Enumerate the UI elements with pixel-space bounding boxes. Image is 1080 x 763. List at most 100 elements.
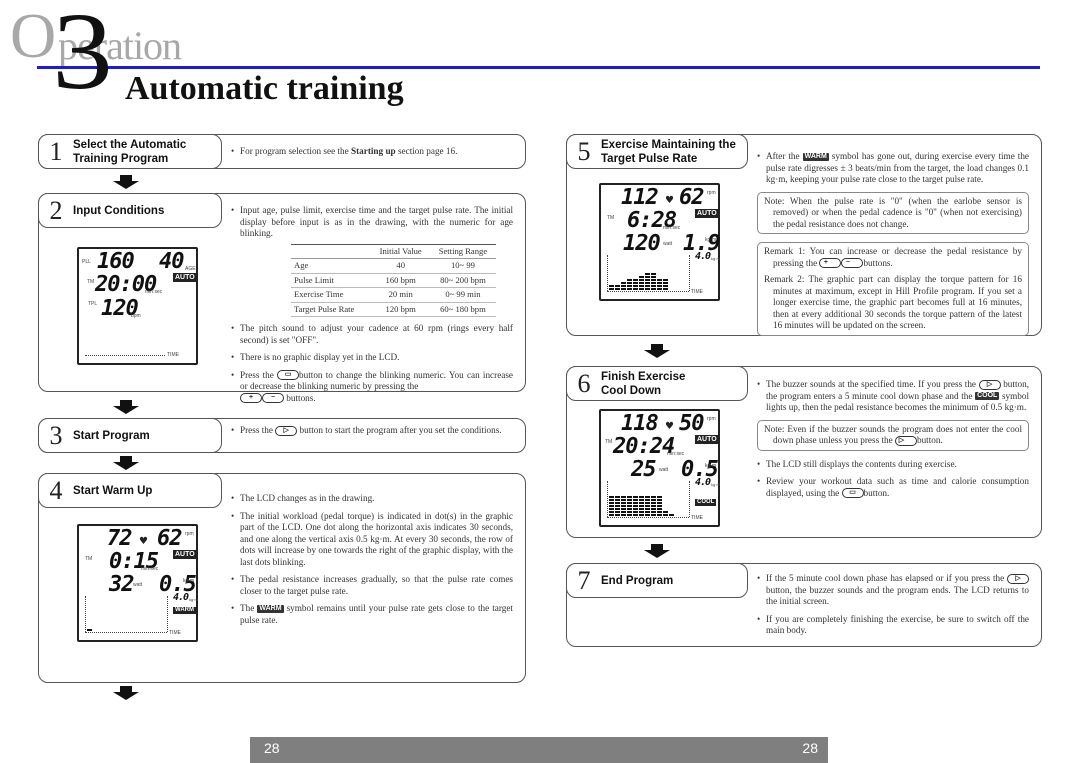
torque-graph <box>87 596 93 631</box>
table-row: Pulse Limit 160 bpm 80~ 200 bpm <box>291 273 496 288</box>
page-number-left: 28 <box>264 740 280 756</box>
step-1-text: For program selection see the Starting u… <box>231 146 511 164</box>
step-6-tab: 6 Finish Exercise Cool Down <box>566 366 748 401</box>
cool-symbol: COOL <box>975 392 1000 401</box>
start-button-icon: ▷ <box>894 435 917 446</box>
lcd-display: 112 ♥ 62 rpm AUTO TM 6:28 min:sec 120 wa… <box>599 183 721 301</box>
step-7-text: If the 5 minute cool down phase has elap… <box>757 573 1029 643</box>
step-number: 6 <box>577 368 591 398</box>
lcd-time: 20:24 <box>613 434 675 459</box>
torque-bar <box>615 495 620 516</box>
step-2-card: 2 Input Conditions PLL 160 40 AGE AUTO T… <box>38 193 526 404</box>
step-4-text: The LCD changes as in the drawing. The i… <box>231 493 513 632</box>
step-title: Start Warm Up <box>73 484 153 497</box>
torque-bar <box>663 510 668 516</box>
torque-bar <box>627 495 632 516</box>
page-number-right: 28 <box>802 740 818 756</box>
step-5-tab: 5 Exercise Maintaining the Target Pulse R… <box>566 134 748 169</box>
torque-bar <box>663 278 668 290</box>
torque-bar <box>657 278 662 290</box>
step-1-card: 1 Select the AutomaticTraining Program F… <box>38 134 526 169</box>
lcd-pulse: 112 <box>621 185 659 210</box>
chapter-number: 3 <box>52 0 113 112</box>
page-title: Automatic training <box>125 70 404 107</box>
torque-bar <box>633 495 638 516</box>
step-4-tab: 4 Start Warm Up <box>38 473 222 508</box>
step-title: End Program <box>601 574 674 587</box>
step-3-tab: 3 Start Program <box>38 418 222 453</box>
auto-badge: AUTO <box>173 273 197 282</box>
step-number: 5 <box>577 136 591 166</box>
step-number: 2 <box>49 195 63 225</box>
step-title: Exercise Maintaining the Target Pulse Rat… <box>601 138 736 165</box>
conditions-table: Initial Value Setting Range Age 40 10~ 99 P… <box>291 244 496 318</box>
minus-button-icon: − <box>262 393 284 404</box>
lcd-rpm: 62 <box>679 185 704 210</box>
step-2-tab: 2 Input Conditions <box>38 193 222 228</box>
start-button-icon: ▷ <box>1007 573 1029 584</box>
step-2-text: Input age, pulse limit, exercise time an… <box>231 205 513 410</box>
torque-bar <box>639 495 644 516</box>
plus-button-icon: + <box>240 393 262 404</box>
plus-button-icon: + <box>819 258 842 269</box>
lcd-rpm: 62 <box>157 526 182 551</box>
link-starting-up: Starting up <box>350 146 396 156</box>
table-row: Age 40 10~ 99 <box>291 258 496 274</box>
heart-icon: ♥ <box>139 536 148 547</box>
lcd-pulse: 118 <box>621 411 659 436</box>
torque-graph <box>609 481 675 516</box>
lcd-age: 40 <box>159 249 184 274</box>
step-4-card: 4 Start Warm Up 72 ♥ 62 rpm AUTO TM 0:15… <box>38 473 526 683</box>
torque-bar <box>615 284 620 290</box>
minus-button-icon: − <box>841 258 864 269</box>
torque-bar <box>645 272 650 290</box>
remarks-box: Remark 1: You can increase or decrease t… <box>757 242 1029 336</box>
step-1-tab: 1 Select the Automatic Training Program <box>38 134 222 169</box>
torque-bar <box>645 495 650 516</box>
step-number: 1 <box>49 136 63 166</box>
auto-badge: AUTO <box>695 435 719 444</box>
warm-symbol: WARM <box>802 152 829 161</box>
mode-button-icon: ▭ <box>277 370 300 381</box>
heart-icon: ♥ <box>665 421 674 432</box>
torque-bar <box>633 278 638 290</box>
step-5-text: After the WARM symbol has gone out, duri… <box>757 151 1029 344</box>
table-row: Exercise Time 20 min 0~ 99 min <box>291 287 496 303</box>
page-footer: 28 28 <box>250 737 828 763</box>
start-button-icon: ▷ <box>978 379 1001 390</box>
step-6-card: 6 Finish Exercise Cool Down 118 ♥ 50 rpm … <box>566 366 1042 538</box>
start-button-icon: ▷ <box>275 425 298 436</box>
step-number: 7 <box>577 565 591 595</box>
step-title: Finish Exercise Cool Down <box>601 370 686 397</box>
auto-badge: AUTO <box>695 209 719 218</box>
step-number: 3 <box>49 420 63 450</box>
torque-graph <box>609 255 669 290</box>
lcd-watt: 25 <box>631 457 656 482</box>
step-3-card: 3 Start Program Press the ▷ button to st… <box>38 418 526 453</box>
lcd-watt: 32 <box>109 572 134 597</box>
warm-symbol: WARM <box>257 604 284 613</box>
note-box: Note: When the pulse rate is "0" (when t… <box>757 191 1029 234</box>
torque-bar <box>651 495 656 516</box>
step-title: Select the Automatic Training Program <box>73 138 187 165</box>
torque-bar <box>627 278 632 290</box>
auto-badge: AUTO <box>173 550 197 559</box>
lcd-display: 72 ♥ 62 rpm AUTO TM 0:15 min:sec 32 watt… <box>77 524 198 642</box>
step-3-text: Press the ▷ button to start the program … <box>231 425 513 443</box>
section-initial: O <box>10 0 57 71</box>
torque-bar <box>621 495 626 516</box>
header-rule <box>37 66 1040 69</box>
step-number: 4 <box>49 475 63 505</box>
lcd-display: PLL 160 40 AGE AUTO TM 20:00 min:sec TPL… <box>77 247 198 365</box>
lcd-pulse: 72 <box>107 526 132 551</box>
step-7-card: 7 End Program If the 5 minute cool down … <box>566 563 1042 647</box>
heart-icon: ♥ <box>665 195 674 206</box>
torque-bar <box>651 272 656 290</box>
lcd-display: 118 ♥ 50 rpm AUTO TM 20:24 min:sec 25 wa… <box>599 409 720 527</box>
torque-bar <box>639 275 644 290</box>
torque-bar <box>657 495 662 516</box>
step-5-card: 5 Exercise Maintaining the Target Pulse R… <box>566 134 1042 336</box>
torque-bar <box>669 513 674 516</box>
step-title: Start Program <box>73 429 150 442</box>
lcd-pulse-limit: 160 <box>97 249 135 274</box>
